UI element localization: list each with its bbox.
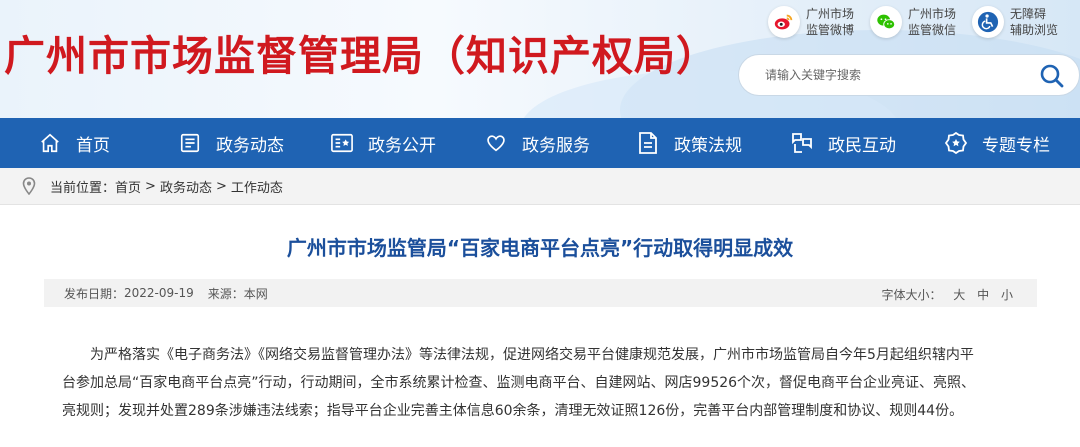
public-icon — [330, 131, 354, 155]
nav-item-news[interactable]: 政务动态 — [178, 118, 284, 168]
article-body: 为严格落实《电子商务法》《网络交易监督管理办法》等法律法规，促进网络交易平台健康… — [62, 341, 1022, 425]
search-icon[interactable] — [1039, 63, 1065, 89]
main-nav: 首页 政务动态 政务公开 政务服务 政策法规 政民互动 专题专栏 — [0, 118, 1080, 168]
nav-label: 政务动态 — [216, 135, 284, 156]
publish-date: 2022-09-19 — [124, 286, 194, 300]
nav-label: 政策法规 — [674, 135, 742, 156]
breadcrumb-item-work[interactable]: 工作动态 — [231, 177, 283, 196]
heart-icon — [484, 131, 508, 155]
nav-label: 首页 — [76, 135, 110, 156]
breadcrumb-item-news[interactable]: 政务动态 — [160, 177, 212, 196]
location-pin-icon — [22, 177, 36, 195]
document-icon — [636, 131, 660, 155]
nav-label: 政务服务 — [522, 135, 590, 156]
wechat-label[interactable]: 广州市场 监管微信 — [908, 6, 956, 38]
accessibility-link[interactable]: 无障碍 辅助浏览 — [971, 6, 1058, 38]
font-size-small-button[interactable]: 小 — [1001, 288, 1013, 302]
font-size-medium-button[interactable]: 中 — [977, 288, 989, 302]
interaction-icon — [790, 131, 814, 155]
article-paragraph: 为严格落实《电子商务法》《网络交易监督管理办法》等法律法规，促进网络交易平台健康… — [62, 347, 976, 419]
breadcrumb-prefix: 当前位置： — [50, 180, 116, 196]
badge-icon — [944, 131, 968, 155]
publish-date-label: 发布日期： — [64, 286, 125, 301]
font-size-large-button[interactable]: 大 — [953, 288, 965, 302]
weibo-icon[interactable] — [767, 6, 800, 38]
wechat-link[interactable]: 广州市场 监管微信 — [869, 6, 956, 38]
weibo-label[interactable]: 广州市场 监管微博 — [806, 6, 854, 38]
site-header: 广州市市场监督管理局（知识产权局） 广州市场 监管微博 广州市场 监管微信 无障… — [0, 0, 1080, 118]
nav-item-home[interactable]: 首页 — [38, 118, 110, 168]
wechat-icon[interactable] — [869, 6, 902, 38]
article-title: 广州市市场监管局“百家电商平台点亮”行动取得明显成效 — [286, 236, 794, 260]
accessibility-icon[interactable] — [971, 6, 1004, 38]
weibo-link[interactable]: 广州市场 监管微博 — [767, 6, 854, 38]
search-input[interactable] — [765, 68, 1025, 82]
font-size-control: 字体大小： 大 中 小 — [881, 286, 1013, 303]
nav-item-policy[interactable]: 政策法规 — [636, 118, 742, 168]
news-icon — [178, 131, 202, 155]
nav-item-interaction[interactable]: 政民互动 — [790, 118, 896, 168]
nav-item-public[interactable]: 政务公开 — [330, 118, 436, 168]
breadcrumb-separator: > — [145, 178, 156, 194]
breadcrumb: 当前位置： 首页 > 政务动态 > 工作动态 — [0, 168, 1080, 205]
nav-label: 政民互动 — [828, 135, 896, 156]
breadcrumb-item-home[interactable]: 首页 — [115, 177, 141, 196]
accessibility-label[interactable]: 无障碍 辅助浏览 — [1010, 6, 1058, 38]
nav-item-special[interactable]: 专题专栏 — [944, 118, 1050, 168]
search-box — [738, 54, 1080, 96]
font-size-label: 字体大小： — [881, 288, 942, 302]
source-label: 来源： — [207, 286, 244, 301]
nav-label: 政务公开 — [368, 135, 436, 156]
header-tools: 广州市场 监管微博 广州市场 监管微信 无障碍 辅助浏览 — [767, 6, 1058, 38]
breadcrumb-separator: > — [215, 178, 227, 194]
nav-label: 专题专栏 — [982, 135, 1050, 156]
site-title[interactable]: 广州市市场监督管理局（知识产权局） — [4, 22, 718, 82]
source-value: 本网 — [243, 286, 268, 301]
home-icon — [38, 131, 62, 155]
article-meta: 发布日期： 2022-09-19 来源： 本网 字体大小： 大 中 小 — [44, 279, 1037, 307]
nav-item-service[interactable]: 政务服务 — [484, 118, 590, 168]
